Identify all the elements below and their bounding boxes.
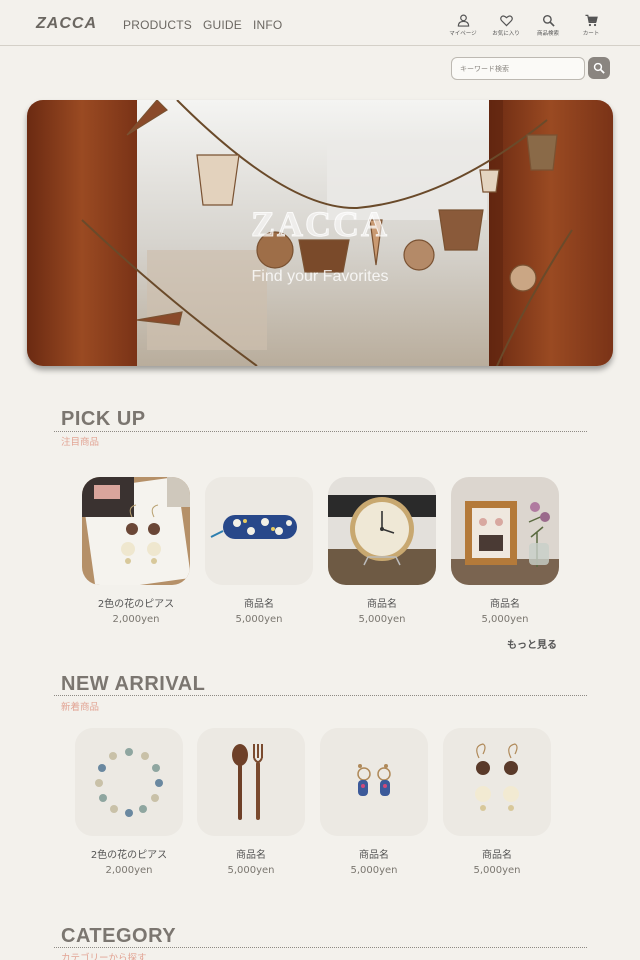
nav-info[interactable]: INFO: [253, 18, 282, 32]
new-product-card[interactable]: 商品名 5,000yen: [197, 728, 305, 876]
new-product-card[interactable]: 商品名 5,000yen: [443, 728, 551, 876]
product-price: 2,000yen: [112, 614, 160, 625]
new-arrival-divider: [54, 695, 587, 696]
product-search-label: 商品検索: [536, 31, 559, 37]
new-arrival-heading: NEW ARRIVAL: [61, 673, 206, 695]
product-name: 2色の花のピアス: [97, 599, 175, 610]
pickup-product-card[interactable]: 商品名 5,000yen: [451, 477, 559, 625]
hero-subtitle: Find your Favorites: [251, 268, 389, 285]
product-name: 商品名: [482, 850, 512, 861]
search-icon: [593, 62, 605, 74]
pickup-product-card[interactable]: 商品名 5,000yen: [328, 477, 436, 625]
keyword-search-input[interactable]: [451, 57, 585, 80]
category-heading: CATEGORY: [61, 925, 177, 947]
product-name: 商品名: [244, 599, 274, 610]
new-arrival-subheading: 新着商品: [61, 702, 100, 713]
product-name: 商品名: [367, 599, 397, 610]
product-name: 商品名: [359, 850, 389, 861]
pickup-divider: [54, 431, 587, 432]
product-image: [197, 728, 305, 836]
main-nav: PRODUCTS GUIDE INFO: [123, 18, 282, 32]
product-name: 商品名: [490, 599, 520, 610]
mypage-button[interactable]: マイページ: [443, 14, 483, 37]
cart-label: カート: [582, 31, 600, 37]
product-price: 2,000yen: [105, 865, 153, 876]
product-image: [451, 477, 559, 585]
product-name: 商品名: [236, 850, 266, 861]
product-image: [82, 477, 190, 585]
heart-icon: [499, 15, 513, 27]
hero-title: ZACCA: [250, 204, 389, 245]
product-image: [320, 728, 428, 836]
cart-icon: [584, 14, 598, 27]
category-subheading: カテゴリーから探す: [61, 953, 147, 960]
nav-guide[interactable]: GUIDE: [203, 18, 242, 32]
product-price: 5,000yen: [358, 614, 406, 625]
favorites-label: お気に入り: [492, 31, 520, 37]
logo[interactable]: ZACCA: [36, 15, 97, 33]
product-search-button[interactable]: 商品検索: [528, 14, 568, 37]
product-price: 5,000yen: [235, 614, 283, 625]
mypage-label: マイページ: [449, 31, 477, 37]
pickup-heading: PICK UP: [61, 408, 146, 430]
hero-banner[interactable]: ZACCA Find your Favorites: [27, 100, 613, 366]
nav-products[interactable]: PRODUCTS: [123, 18, 192, 32]
user-icon: [457, 14, 469, 27]
search-submit-button[interactable]: [588, 57, 610, 79]
product-name: 2色の花のピアス: [90, 850, 168, 861]
favorites-button[interactable]: お気に入り: [486, 14, 526, 37]
product-image: [205, 477, 313, 585]
product-image: [328, 477, 436, 585]
pickup-product-card[interactable]: 商品名 5,000yen: [205, 477, 313, 625]
pickup-subheading: 注目商品: [61, 437, 100, 448]
search-icon: [542, 14, 555, 27]
product-image: [443, 728, 551, 836]
see-more-link[interactable]: もっと見る: [490, 636, 557, 651]
site-header: ZACCA PRODUCTS GUIDE INFO マイページ お気に入り 商品…: [0, 0, 640, 46]
new-product-card[interactable]: 2色の花のピアス 2,000yen: [75, 728, 183, 876]
category-divider: [54, 947, 587, 948]
pickup-product-card[interactable]: 2色の花のピアス 2,000yen: [82, 477, 190, 625]
cart-button[interactable]: カート: [571, 14, 611, 37]
product-price: 5,000yen: [473, 865, 521, 876]
product-image: [75, 728, 183, 836]
product-price: 5,000yen: [350, 865, 398, 876]
new-product-card[interactable]: 商品名 5,000yen: [320, 728, 428, 876]
product-price: 5,000yen: [481, 614, 529, 625]
product-price: 5,000yen: [227, 865, 275, 876]
